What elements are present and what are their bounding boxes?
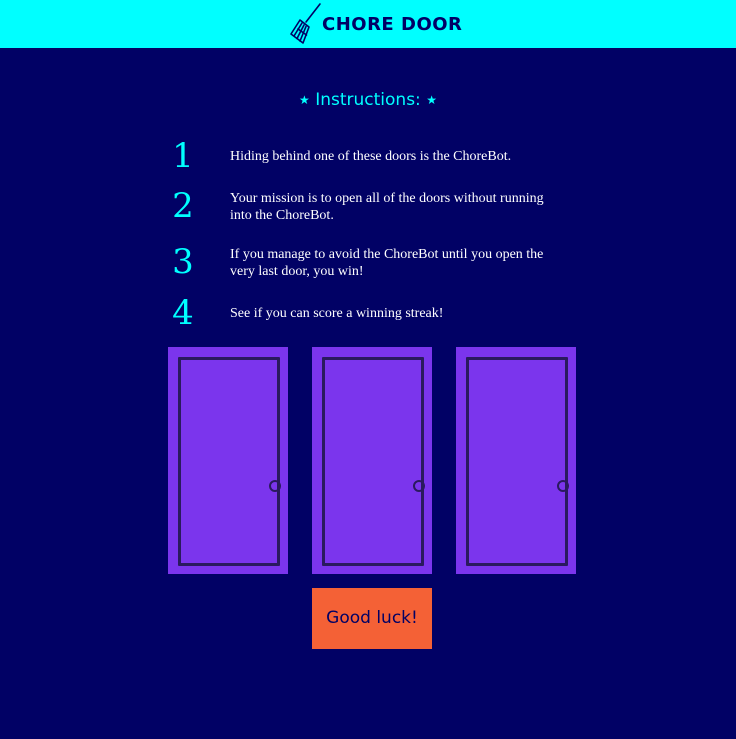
door-knob-icon xyxy=(413,480,425,492)
header-bar: CHORE DOOR xyxy=(0,0,736,48)
instruction-number: 2 xyxy=(172,186,194,226)
door-3[interactable] xyxy=(456,347,576,574)
instruction-text: Your mission is to open all of the doors… xyxy=(230,191,544,223)
instruction-text: If you manage to avoid the ChoreBot unti… xyxy=(230,247,544,279)
door-frame xyxy=(178,357,281,566)
door-frame xyxy=(466,357,569,566)
door-knob-icon xyxy=(269,480,281,492)
star-icon: ★ xyxy=(299,93,310,107)
instructions-heading: ★ Instructions: ★ xyxy=(0,90,736,110)
app-title: CHORE DOOR xyxy=(322,13,463,35)
broom-icon xyxy=(290,3,321,44)
instruction-text: Hiding behind one of these doors is the … xyxy=(230,149,512,164)
instruction-text: See if you can score a winning streak! xyxy=(230,306,444,321)
door-2[interactable] xyxy=(312,347,432,574)
instruction-number: 1 xyxy=(172,136,194,176)
instruction-number: 3 xyxy=(172,242,194,282)
star-icon: ★ xyxy=(426,93,437,107)
logo: CHORE DOOR xyxy=(290,0,462,48)
start-button[interactable]: Good luck! xyxy=(312,588,432,649)
door-1[interactable] xyxy=(168,347,288,574)
door-knob-icon xyxy=(557,480,569,492)
instruction-number: 4 xyxy=(172,293,194,333)
door-frame xyxy=(322,357,425,566)
instructions-title: Instructions: xyxy=(315,90,421,110)
